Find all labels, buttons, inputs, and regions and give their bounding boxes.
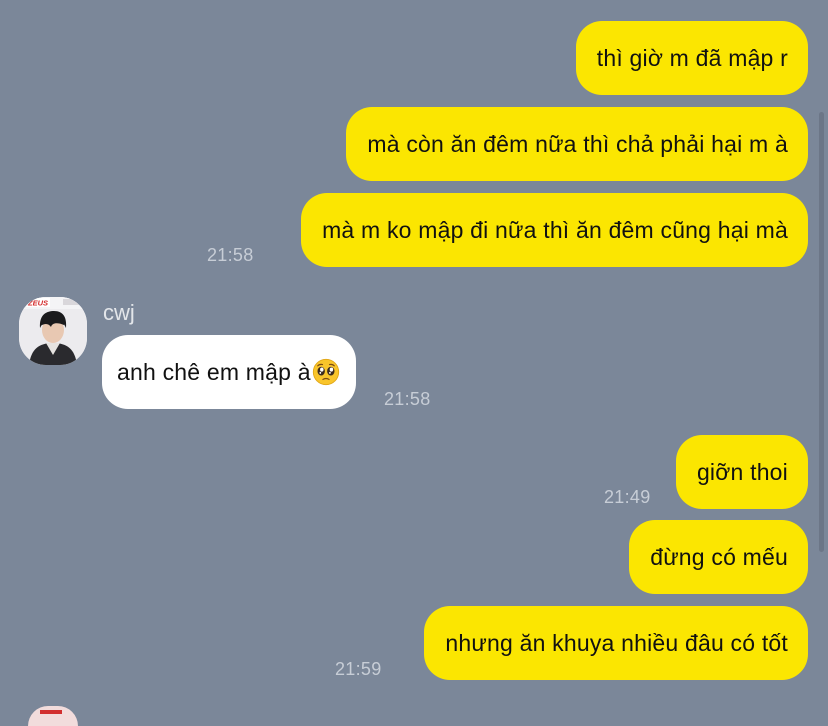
incoming-message-bubble[interactable]: anh chê em mập à bbox=[102, 335, 356, 409]
avatar-logo-text: ZEUS bbox=[27, 299, 48, 308]
avatar[interactable] bbox=[28, 706, 78, 726]
message-text: nhưng ăn khuya nhiều đâu có tốt bbox=[445, 630, 788, 656]
message-timestamp: 21:58 bbox=[384, 389, 431, 409]
scrollbar[interactable] bbox=[819, 112, 824, 552]
pleading-face-emoji bbox=[312, 358, 339, 386]
message-text: anh chê em mập à bbox=[117, 359, 311, 385]
chat-area[interactable]: thì giờ m đã mập r mà còn ăn đêm nữa thì… bbox=[0, 0, 828, 726]
outgoing-message-bubble[interactable]: thì giờ m đã mập r bbox=[575, 21, 808, 95]
outgoing-message-bubble[interactable]: nhưng ăn khuya nhiều đâu có tốt bbox=[424, 606, 808, 680]
outgoing-message-bubble[interactable]: giỡn thoi bbox=[675, 435, 808, 509]
message-text: mà còn ăn đêm nữa thì chả phải hại m à bbox=[367, 131, 788, 157]
avatar-photo: ZEUS bbox=[19, 297, 87, 365]
avatar[interactable]: ZEUS bbox=[19, 297, 87, 365]
message-text: mà m ko mập đi nữa thì ăn đêm cũng hại m… bbox=[322, 217, 788, 243]
message-timestamp: 21:59 bbox=[335, 659, 382, 679]
outgoing-message-bubble[interactable]: mà m ko mập đi nữa thì ăn đêm cũng hại m… bbox=[301, 193, 808, 267]
message-text: đừng có mếu bbox=[650, 544, 788, 570]
outgoing-message-bubble[interactable]: đừng có mếu bbox=[629, 520, 808, 594]
message-timestamp: 21:49 bbox=[604, 487, 651, 507]
message-timestamp: 21:58 bbox=[207, 245, 254, 265]
message-text: thì giờ m đã mập r bbox=[596, 45, 788, 71]
outgoing-message-bubble[interactable]: mà còn ăn đêm nữa thì chả phải hại m à bbox=[346, 107, 808, 181]
sender-name: cwj bbox=[103, 300, 135, 325]
message-text: giỡn thoi bbox=[696, 459, 788, 485]
